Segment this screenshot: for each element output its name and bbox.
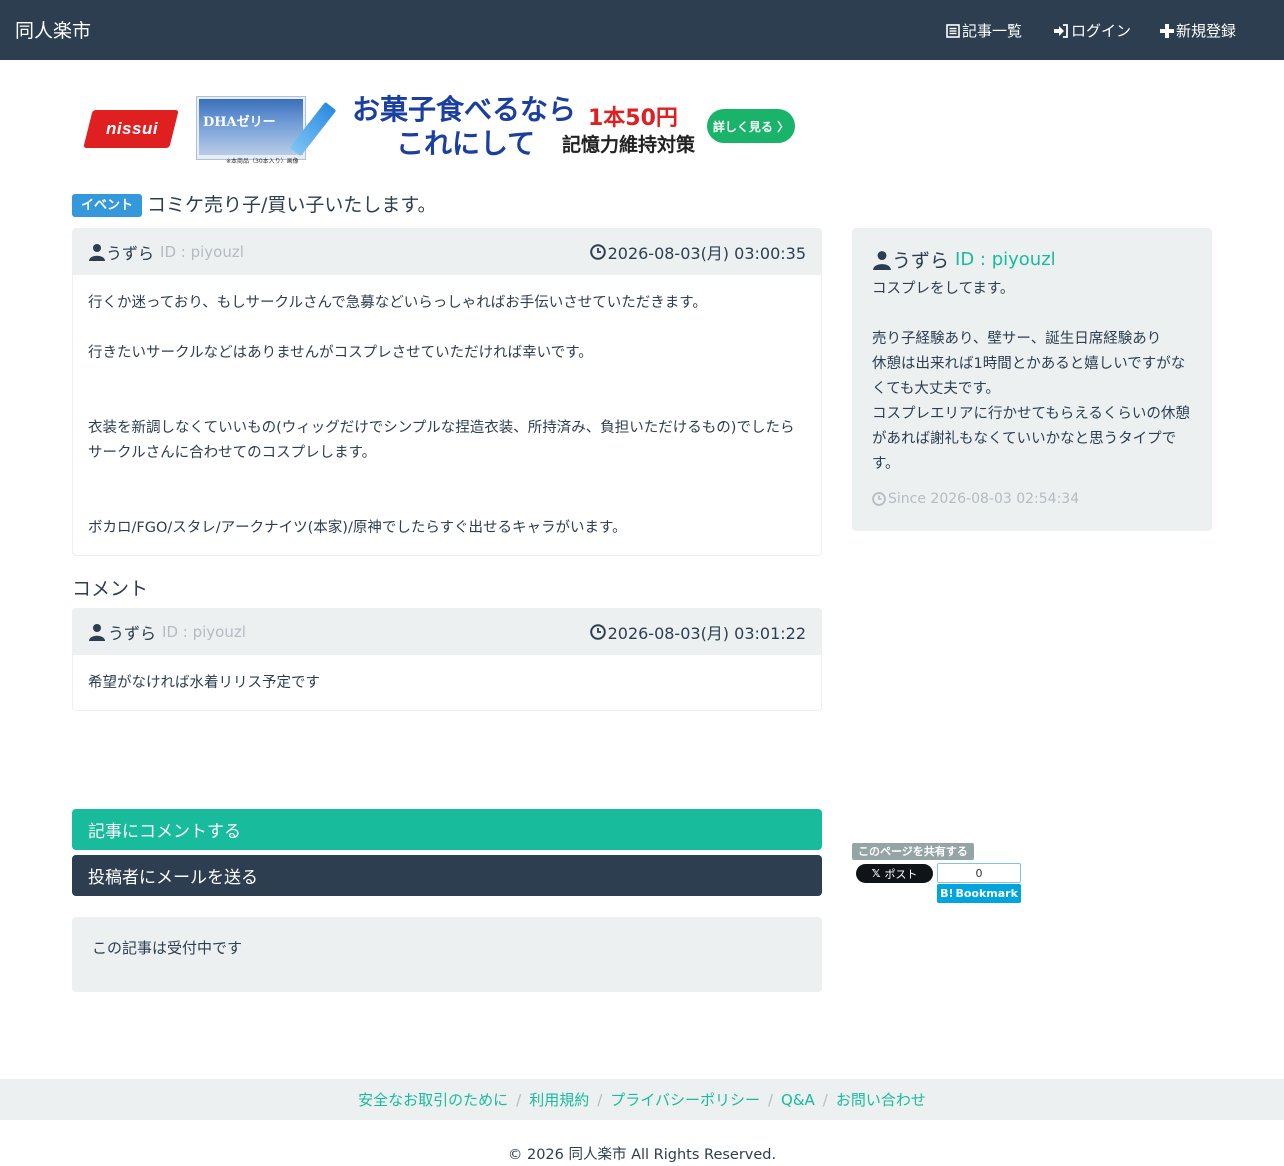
nav-article-list[interactable]: 記事一覧 [946,20,1022,41]
article-paragraph-3: 衣装を新調しなくていいもの(ウィッグだけでシンプルな捏造衣装、所持済み、負担いた… [88,420,795,461]
ad-subcopy: 記憶力維持対策 [562,134,696,156]
comments-heading: コメント [72,578,149,600]
user-icon [89,244,105,261]
footer-links: 安全なお取引のために / 利用規約 / プライバシーポリシー / Q&A / お… [0,1079,1284,1120]
article-paragraph-1: 行くか迷っており、もしサークルさんで急募などいらっしゃればお手伝いさせていただき… [88,295,707,311]
footer-separator: / [516,1090,522,1109]
article-panel: うずら ID : piyouzl 2026-08-03(月) 03:00:35 … [72,228,822,556]
comment-author-id: ID : piyouzl [162,623,246,641]
footer-separator: / [822,1090,828,1109]
footer-separator: / [597,1090,603,1109]
category-badge[interactable]: イベント [72,194,143,217]
plus-icon [1160,23,1174,38]
footer-link-privacy[interactable]: プライバシーポリシー [610,1089,760,1110]
footer-link-terms[interactable]: 利用規約 [529,1089,589,1110]
ad-brand-logo: nissui [80,100,179,154]
profile-line-1: コスプレをしてます。 [872,281,1015,297]
ad-headline-1: お菓子食べるなら [352,93,577,126]
clock-icon [872,492,886,506]
ad-headline-2: これにして [396,127,536,160]
comment-on-article-button[interactable]: 記事にコメントする [72,809,822,850]
ad-product-image: DHAゼリー [196,96,306,160]
nav-register[interactable]: 新規登録 [1160,20,1236,41]
clock-icon [589,624,606,640]
ad-product-name: DHAゼリー [203,115,276,130]
article-title-row: イベント コミケ売り子/買い子いたします。 [72,190,437,217]
article-date: 2026-08-03(月) 03:00:35 [589,240,806,264]
profile-id: ID : piyouzl [955,249,1056,270]
comment-panel-header: うずら ID : piyouzl 2026-08-03(月) 03:01:22 [73,609,821,655]
profile-since-text: Since 2026-08-03 02:54:34 [888,491,1080,507]
hatena-bookmark-label: Bookmark [955,887,1018,900]
footer-link-safety[interactable]: 安全なお取引のために [358,1089,508,1110]
site-brand[interactable]: 同人楽市 [15,16,91,43]
comment-date: 2026-08-03(月) 03:01:22 [589,620,806,644]
profile-line-4: コスプレエリアに行かせてもらえるくらいの休憩があれば謝礼もなくていいかなと思うタ… [872,406,1190,472]
hatena-bookmark-button[interactable]: 0 B! Bookmark [937,863,1021,903]
article-panel-header: うずら ID : piyouzl 2026-08-03(月) 03:00:35 [73,229,821,275]
x-post-label: ポスト [884,867,918,881]
hatena-count: 0 [937,863,1021,883]
user-icon [873,250,891,270]
login-icon [1054,23,1068,38]
ad-price: 1本50円 [588,106,678,131]
profile-line-3: 休憩は出来れば1時間とかあると嬉しいですがなくても大丈夫です。 [872,356,1186,397]
author-profile-card: うずら ID : piyouzl コスプレをしてます。 売り子経験あり、壁サー、… [852,228,1212,531]
article-title: コミケ売り子/買い子いたします。 [147,194,437,216]
article-author-name: うずら [106,244,155,263]
nav-login[interactable]: ログイン [1053,20,1131,41]
article-author[interactable]: うずら ID : piyouzl [88,240,244,264]
share-label: このページを共有する [852,843,974,860]
top-navbar: 同人楽市 記事一覧 ログイン 新規登録 [0,0,1284,60]
mail-author-button[interactable]: 投稿者にメールを送る [72,855,822,896]
user-icon [89,624,105,641]
article-date-text: 2026-08-03(月) 03:00:35 [607,244,806,263]
ad-banner[interactable]: nissui DHAゼリー ※本商品（30本入り）画像 お菓子食べるなら これに… [80,92,800,165]
profile-line-2: 売り子経験あり、壁サー、誕生日席経験あり [872,331,1162,347]
status-well: この記事は受付中です [72,917,822,992]
comment-author-name: うずら [108,624,157,643]
profile-bio: コスプレをしてます。 売り子経験あり、壁サー、誕生日席経験あり 休憩は出来れば1… [872,277,1192,477]
article-paragraph-2: 行きたいサークルなどはありませんがコスプレさせていただければ幸いです。 [88,345,593,361]
profile-header[interactable]: うずら ID : piyouzl [872,246,1192,273]
hatena-b-icon: B! [940,887,954,900]
nav-login-label: ログイン [1071,22,1132,40]
comment-body: 希望がなければ水着リリス予定です [73,655,821,712]
ad-details-button[interactable]: 詳しく見る 〉 [707,109,795,143]
clock-icon [589,244,606,260]
profile-name: うずら [892,250,950,272]
nav-register-label: 新規登録 [1176,22,1237,40]
footer-link-contact[interactable]: お問い合わせ [836,1089,926,1110]
hatena-bookmark: B! Bookmark [937,884,1021,903]
nav-article-list-label: 記事一覧 [962,22,1023,40]
list-icon [946,23,960,38]
x-logo-icon: 𝕏 [871,867,881,880]
article-body: 行くか迷っており、もしサークルさんで急募などいらっしゃればお手伝いさせていただき… [73,275,821,557]
comment-panel: うずら ID : piyouzl 2026-08-03(月) 03:01:22 … [72,608,822,711]
comment-author[interactable]: うずら ID : piyouzl [88,620,246,644]
status-text: この記事は受付中です [92,939,243,957]
comment-date-text: 2026-08-03(月) 03:01:22 [607,624,806,643]
article-author-id: ID : piyouzl [160,243,244,261]
x-post-button[interactable]: 𝕏 ポスト [856,864,933,883]
article-paragraph-4: ボカロ/FGO/スタレ/アークナイツ(本家)/原神でしたらすぐ出せるキャラがいま… [88,520,627,536]
copyright: © 2026 同人楽市 All Rights Reserved. [507,1147,777,1163]
profile-since: Since 2026-08-03 02:54:34 [872,491,1192,507]
footer-separator: / [767,1090,774,1109]
ad-product-note: ※本商品（30本入り）画像 [226,158,299,165]
comment-text: 希望がなければ水着リリス予定です [88,675,320,691]
footer-link-faq[interactable]: Q&A [781,1091,815,1109]
